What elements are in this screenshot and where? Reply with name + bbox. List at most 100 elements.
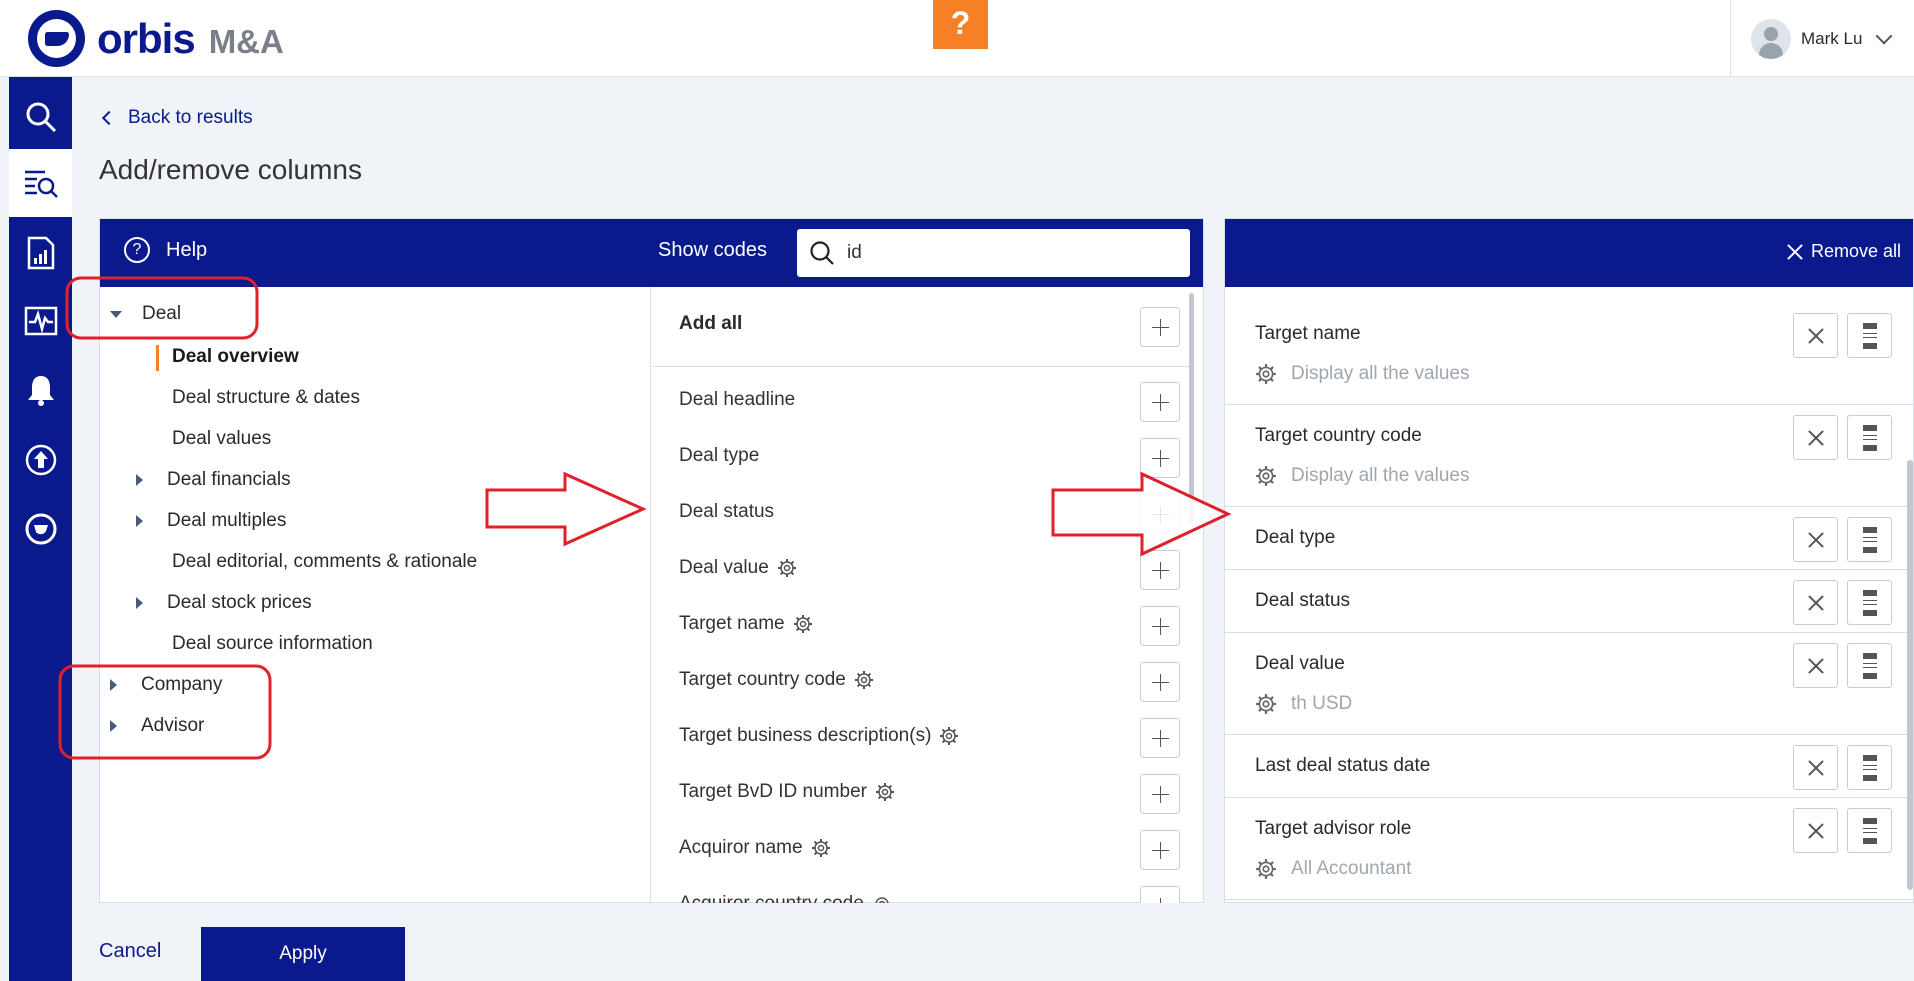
gear-icon[interactable] xyxy=(793,614,813,634)
column-picker-panel: ? Help Show codes Deal Deal overview Dea… xyxy=(99,218,1204,903)
selected-column-setting[interactable]: Display all the values xyxy=(1255,363,1469,385)
handle-line xyxy=(1863,537,1877,538)
arrow-down-icon xyxy=(1863,343,1877,349)
selected-column-title: Last deal status date xyxy=(1255,755,1431,776)
field-label-wrap: Acquiror country code xyxy=(679,893,892,903)
selected-column-setting[interactable]: All Accountant xyxy=(1255,858,1411,880)
back-to-results-link[interactable]: Back to results xyxy=(101,107,253,129)
sidebar-item-upload[interactable] xyxy=(9,426,72,494)
field-label: Deal value xyxy=(679,557,769,578)
apply-button[interactable]: Apply xyxy=(201,927,405,981)
add-field-button[interactable] xyxy=(1140,382,1180,422)
page-title: Add/remove columns xyxy=(99,154,363,185)
reorder-handle[interactable] xyxy=(1847,745,1892,790)
close-icon xyxy=(1808,595,1824,611)
tree-item-label: Deal overview xyxy=(172,346,299,367)
field-label-wrap: Target BvD ID number xyxy=(679,781,895,803)
tree-item-deal-values[interactable]: Deal values xyxy=(172,428,271,450)
field-list-scrollbar[interactable] xyxy=(1189,293,1194,523)
remove-column-button[interactable] xyxy=(1793,517,1838,562)
sidebar-item-alerts[interactable] xyxy=(9,356,72,424)
remove-column-button[interactable] xyxy=(1793,808,1838,853)
handle-line xyxy=(1863,333,1877,334)
caret-right-icon xyxy=(136,515,143,527)
remove-column-button[interactable] xyxy=(1793,643,1838,688)
reorder-handle[interactable] xyxy=(1847,415,1892,460)
reorder-handle[interactable] xyxy=(1847,643,1892,688)
tree-item-company[interactable]: Company xyxy=(110,674,222,696)
selected-column-sub: th USD xyxy=(1291,693,1353,714)
sidebar-item-report[interactable] xyxy=(9,219,72,287)
reorder-handle[interactable] xyxy=(1847,808,1892,853)
selected-column-sub: Display all the values xyxy=(1291,363,1470,384)
add-field-button[interactable] xyxy=(1140,438,1180,478)
reorder-handle[interactable] xyxy=(1847,517,1892,562)
gear-icon[interactable] xyxy=(875,782,895,802)
user-menu[interactable]: Mark Lu xyxy=(1730,0,1914,77)
add-field-button[interactable] xyxy=(1140,830,1180,870)
gear-icon[interactable] xyxy=(777,558,797,578)
tree-item-deal-source-information[interactable]: Deal source information xyxy=(172,633,373,655)
tree-item-deal-editorial[interactable]: Deal editorial, comments & rationale xyxy=(172,551,477,573)
add-field-button[interactable] xyxy=(1140,774,1180,814)
remove-column-button[interactable] xyxy=(1793,745,1838,790)
reorder-handle[interactable] xyxy=(1847,313,1892,358)
remove-column-button[interactable] xyxy=(1793,313,1838,358)
tree-item-label: Deal financials xyxy=(167,469,291,490)
selected-column-setting[interactable]: Display all the values xyxy=(1255,465,1469,487)
selected-column-row: Deal value th USD xyxy=(1225,633,1913,735)
cancel-button[interactable]: Cancel xyxy=(99,940,161,963)
selected-column-setting[interactable]: th USD xyxy=(1255,693,1352,715)
help-question-button[interactable]: ? xyxy=(933,0,988,49)
help-circle-icon: ? xyxy=(124,237,150,263)
tree-item-deal[interactable]: Deal xyxy=(110,303,181,325)
search-input[interactable] xyxy=(847,242,1167,264)
caret-down-icon xyxy=(110,310,122,318)
selected-column-sub: All Accountant xyxy=(1291,858,1412,879)
show-codes-toggle[interactable]: Show codes xyxy=(658,239,767,262)
tree-item-deal-multiples[interactable]: Deal multiples xyxy=(136,510,286,532)
add-field-button[interactable] xyxy=(1140,718,1180,758)
handle-line xyxy=(1863,439,1877,440)
add-field-button[interactable] xyxy=(1140,662,1180,702)
tree-item-advisor[interactable]: Advisor xyxy=(110,715,204,737)
handle-line xyxy=(1863,663,1877,664)
search-field[interactable] xyxy=(797,229,1190,277)
tree-item-deal-stock-prices[interactable]: Deal stock prices xyxy=(136,592,312,614)
gear-icon xyxy=(1256,466,1276,486)
tree-item-deal-financials[interactable]: Deal financials xyxy=(136,469,291,491)
tree-item-deal-overview[interactable]: Deal overview xyxy=(172,346,299,368)
add-field-button[interactable] xyxy=(1140,606,1180,646)
gear-icon[interactable] xyxy=(872,894,892,903)
avatar xyxy=(1751,18,1791,59)
top-bar: orbis M&A ? Mark Lu xyxy=(0,0,1914,77)
sidebar-item-search[interactable] xyxy=(9,83,72,151)
orbis-logo[interactable]: orbis M&A xyxy=(28,10,284,67)
sidebar-item-monitor[interactable] xyxy=(9,287,72,355)
arrow-up-icon xyxy=(1863,323,1877,329)
close-icon xyxy=(1808,328,1824,344)
gear-icon[interactable] xyxy=(939,726,959,746)
add-field-button[interactable] xyxy=(1140,886,1180,903)
sidebar-item-list-search[interactable] xyxy=(9,149,72,217)
handle-line xyxy=(1863,828,1877,829)
add-field-button[interactable] xyxy=(1140,550,1180,590)
remove-column-button[interactable] xyxy=(1793,580,1838,625)
handle-line xyxy=(1863,832,1877,833)
help-button[interactable]: ? Help xyxy=(124,237,207,263)
selected-panel-header: Remove all xyxy=(1225,219,1913,287)
close-icon xyxy=(1808,760,1824,776)
remove-column-button[interactable] xyxy=(1793,415,1838,460)
selected-column-title: Target name xyxy=(1255,323,1361,344)
caret-right-icon xyxy=(136,597,143,609)
reorder-handle[interactable] xyxy=(1847,580,1892,625)
add-field-button[interactable] xyxy=(1140,494,1180,534)
remove-all-button[interactable]: Remove all xyxy=(1787,241,1901,262)
selected-list-scrollbar[interactable] xyxy=(1907,460,1913,890)
tree-item-deal-structure-dates[interactable]: Deal structure & dates xyxy=(172,387,360,409)
field-label-wrap: Target business description(s) xyxy=(679,725,959,747)
gear-icon[interactable] xyxy=(811,838,831,858)
gear-icon[interactable] xyxy=(854,670,874,690)
sidebar-item-orbis[interactable] xyxy=(9,495,72,563)
add-all-button[interactable] xyxy=(1140,307,1180,347)
